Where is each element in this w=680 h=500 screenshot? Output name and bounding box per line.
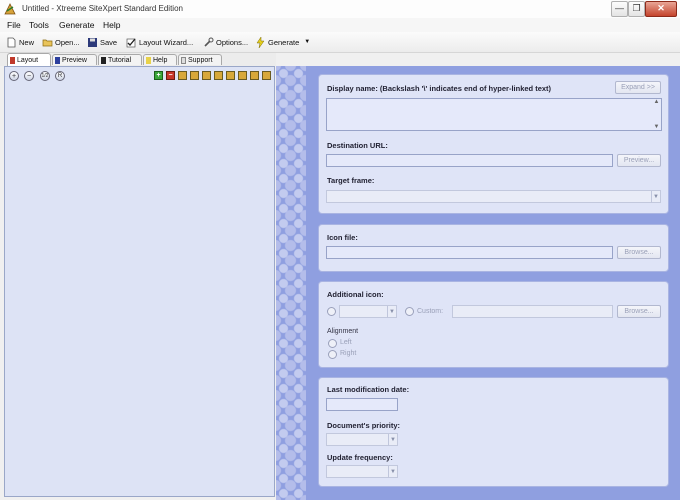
chevron-down-icon[interactable]: ▼ <box>304 39 310 45</box>
menu-help[interactable]: Help <box>103 18 120 32</box>
save-button[interactable]: Save <box>87 35 117 49</box>
predefined-icon-select[interactable]: ▼ <box>339 305 397 318</box>
scroll-up-icon[interactable]: ▲ <box>652 99 661 105</box>
half-view-button[interactable]: 1/2 <box>40 71 50 81</box>
destination-url-label: Destination URL: <box>327 141 388 150</box>
save-disk-icon <box>88 37 97 47</box>
priority-label: Document's priority: <box>327 421 401 430</box>
indent-icon[interactable] <box>202 71 211 80</box>
wizard-checkbox-icon <box>126 38 136 47</box>
tab-bar: Layout Preview Tutorial Help Support <box>0 53 276 66</box>
align-right-radio[interactable] <box>328 350 337 359</box>
lightning-icon <box>256 36 265 48</box>
expand-button[interactable]: Expand >> <box>615 81 661 94</box>
alignment-label: Alignment <box>327 328 359 335</box>
chevron-down-icon[interactable]: ▼ <box>388 466 397 478</box>
display-name-textarea[interactable]: ▲ ▼ <box>326 98 662 131</box>
icon-file-label: Icon file: <box>327 233 358 242</box>
tab-help[interactable]: Help <box>143 54 177 65</box>
copy-icon[interactable] <box>226 71 235 80</box>
preview-tab-icon <box>55 56 60 64</box>
generate-button[interactable]: Generate ▼ <box>255 35 310 49</box>
browse-custom-icon-button[interactable]: Browse... <box>617 305 661 318</box>
browse-icon-button[interactable]: Browse... <box>617 246 661 259</box>
chevron-down-icon[interactable]: ▼ <box>651 191 660 203</box>
open-button[interactable]: Open... <box>42 35 80 49</box>
tutorial-tab-icon <box>101 56 106 64</box>
custom-icon-input[interactable] <box>452 305 613 318</box>
custom-icon-radio[interactable] <box>405 307 414 316</box>
tab-support[interactable]: Support <box>178 54 222 65</box>
app-icon <box>4 3 16 15</box>
move-up-icon[interactable] <box>178 71 187 80</box>
layout-wizard-button[interactable]: Layout Wizard... <box>126 35 193 49</box>
icon-file-card: Icon file: Browse... <box>318 224 669 272</box>
align-right-label: Right <box>340 350 357 357</box>
align-left-radio[interactable] <box>328 339 337 348</box>
layout-tab-icon <box>10 56 15 64</box>
add-item-icon[interactable]: + <box>154 71 163 80</box>
menu-tools[interactable]: Tools <box>29 18 49 32</box>
predefined-icon-radio[interactable] <box>327 307 336 316</box>
custom-label: Custom: <box>417 308 444 315</box>
move-down-icon[interactable] <box>190 71 199 80</box>
scroll-down-icon[interactable]: ▼ <box>652 124 661 130</box>
additional-icon-label: Additional icon: <box>327 290 384 299</box>
menu-generate[interactable]: Generate <box>59 18 94 32</box>
additional-icon-card: Additional icon: ▼ Custom: Browse... Ali… <box>318 281 669 368</box>
support-tab-icon <box>181 56 186 64</box>
collapse-node-button[interactable]: − <box>24 71 34 81</box>
new-file-icon <box>7 37 16 47</box>
properties-icon[interactable] <box>250 71 259 80</box>
window-title: Untitled - Xtreeme SiteXpert Standard Ed… <box>22 4 183 13</box>
open-folder-icon <box>42 39 53 46</box>
align-left-label: Left <box>340 339 352 346</box>
toolbar: New Open... Save Layout Wizard... Option… <box>0 32 680 53</box>
site-tree-panel[interactable]: + − 1/2 R + − <box>4 66 275 497</box>
options-button[interactable]: Options... <box>203 35 248 49</box>
new-button[interactable]: New <box>6 35 34 49</box>
outdent-icon[interactable] <box>214 71 223 80</box>
chevron-down-icon[interactable]: ▼ <box>388 434 397 446</box>
preview-url-button[interactable]: Preview... <box>617 154 661 167</box>
tab-preview[interactable]: Preview <box>52 54 97 65</box>
minimize-button[interactable]: — <box>611 1 628 17</box>
sort-icon[interactable] <box>262 71 271 80</box>
help-tab-icon <box>146 56 151 64</box>
title-bar: Untitled - Xtreeme SiteXpert Standard Ed… <box>0 0 680 19</box>
update-frequency-select[interactable]: ▼ <box>326 465 398 478</box>
display-name-label: Display name: (Backslash '\' indicates e… <box>327 84 552 93</box>
link-properties-card: Display name: (Backslash '\' indicates e… <box>318 74 669 214</box>
last-modification-label: Last modification date: <box>327 385 410 394</box>
refresh-button[interactable]: R <box>55 71 65 81</box>
target-frame-select[interactable]: ▼ <box>326 190 661 203</box>
target-frame-label: Target frame: <box>327 176 375 185</box>
last-modification-input[interactable] <box>326 398 398 411</box>
tab-layout[interactable]: Layout <box>7 53 51 66</box>
maximize-button[interactable]: ❐ <box>628 1 645 17</box>
priority-select[interactable]: ▼ <box>326 433 398 446</box>
chevron-down-icon[interactable]: ▼ <box>387 306 396 318</box>
wrench-icon <box>204 37 214 47</box>
icon-file-input[interactable] <box>326 246 613 259</box>
remove-item-icon[interactable]: − <box>166 71 175 80</box>
tab-tutorial[interactable]: Tutorial <box>98 54 142 65</box>
menu-file[interactable]: File <box>7 18 21 32</box>
update-frequency-label: Update frequency: <box>327 453 393 462</box>
spiral-binding-decoration <box>276 66 306 500</box>
destination-url-input[interactable] <box>326 154 613 167</box>
expand-node-button[interactable]: + <box>9 71 19 81</box>
menu-bar: File Tools Generate Help <box>0 18 680 32</box>
paste-icon[interactable] <box>238 71 247 80</box>
close-button[interactable]: ✕ <box>645 1 677 17</box>
sitemap-properties-card: Last modification date: Document's prior… <box>318 377 669 487</box>
